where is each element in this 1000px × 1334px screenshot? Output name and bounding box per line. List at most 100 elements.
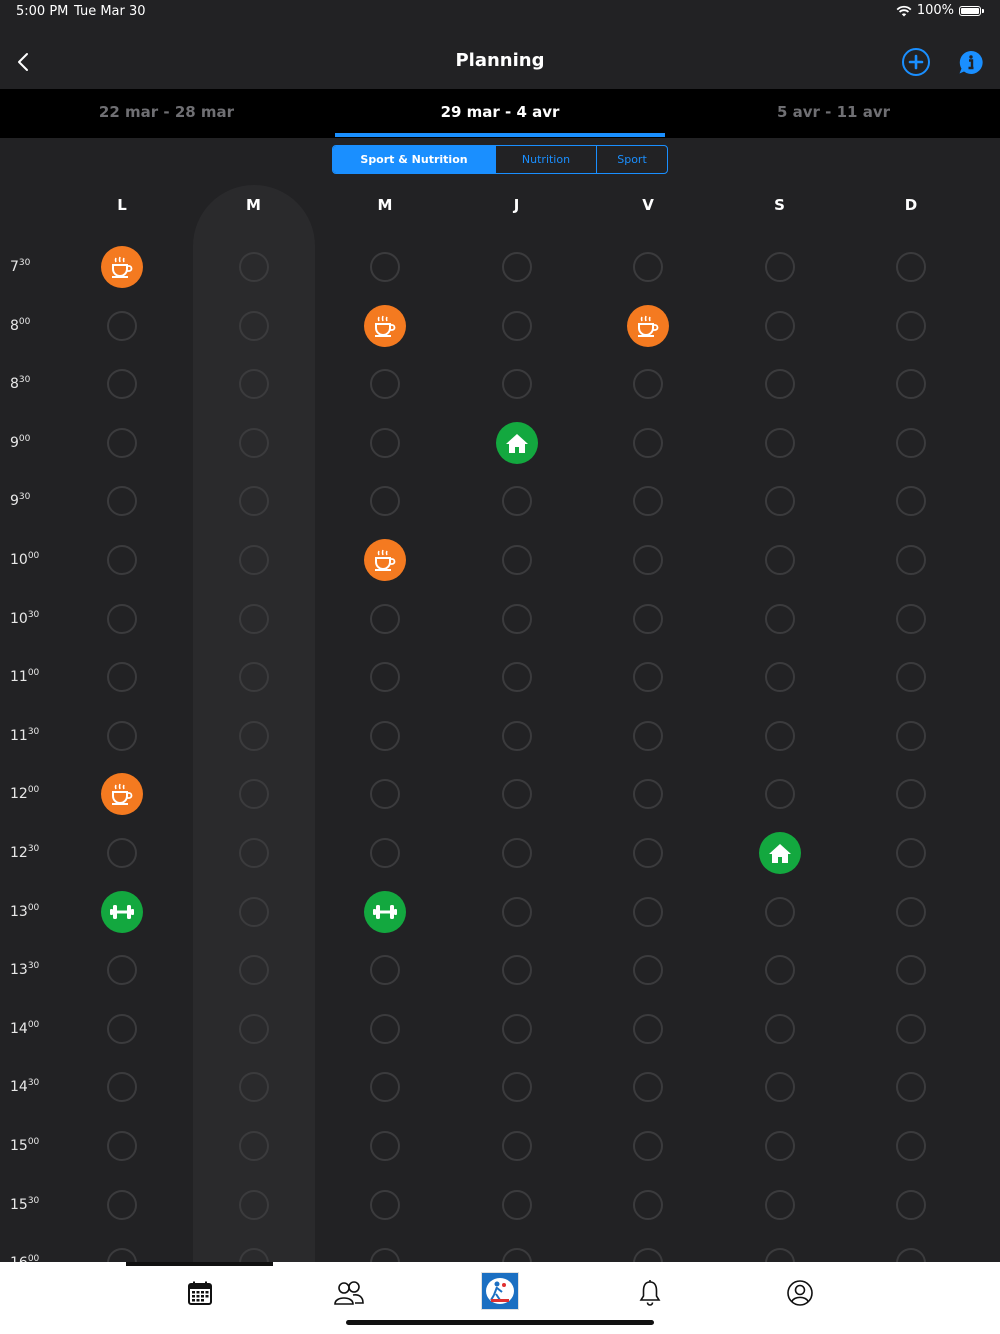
empty-slot[interactable]: [238, 310, 269, 341]
empty-slot[interactable]: [370, 720, 400, 751]
empty-slot[interactable]: [501, 1072, 532, 1103]
empty-slot[interactable]: [107, 1131, 137, 1161]
empty-slot[interactable]: [764, 369, 795, 400]
empty-slot[interactable]: [896, 252, 926, 282]
empty-slot[interactable]: [370, 1131, 400, 1161]
empty-slot[interactable]: [238, 252, 269, 282]
empty-slot[interactable]: [501, 838, 532, 868]
empty-slot[interactable]: [107, 838, 137, 868]
empty-slot[interactable]: [238, 662, 269, 693]
empty-slot[interactable]: [107, 1072, 137, 1103]
tab-calendar[interactable]: [183, 1278, 217, 1308]
filter-sport-nutrition[interactable]: Sport & Nutrition: [333, 146, 495, 173]
empty-slot[interactable]: [501, 896, 532, 927]
empty-slot[interactable]: [764, 720, 795, 751]
empty-slot[interactable]: [896, 779, 926, 810]
empty-slot[interactable]: [764, 252, 795, 282]
empty-slot[interactable]: [633, 720, 663, 751]
empty-slot[interactable]: [633, 427, 663, 458]
empty-slot[interactable]: [896, 603, 926, 634]
empty-slot[interactable]: [370, 1013, 400, 1044]
empty-slot[interactable]: [764, 1072, 795, 1103]
filter-sport[interactable]: Sport: [596, 146, 667, 173]
empty-slot[interactable]: [501, 252, 532, 282]
empty-slot[interactable]: [896, 662, 926, 693]
empty-slot[interactable]: [238, 486, 269, 517]
event-meal[interactable]: [364, 539, 406, 581]
empty-slot[interactable]: [501, 662, 532, 693]
empty-slot[interactable]: [501, 955, 532, 986]
empty-slot[interactable]: [633, 1013, 663, 1044]
empty-slot[interactable]: [238, 369, 269, 400]
empty-slot[interactable]: [896, 838, 926, 868]
empty-slot[interactable]: [633, 369, 663, 400]
event-workout[interactable]: [364, 890, 406, 933]
empty-slot[interactable]: [633, 1189, 663, 1220]
empty-slot[interactable]: [501, 720, 532, 751]
empty-slot[interactable]: [633, 545, 663, 575]
empty-slot[interactable]: [633, 603, 663, 634]
empty-slot[interactable]: [764, 1131, 795, 1161]
empty-slot[interactable]: [896, 1189, 926, 1220]
empty-slot[interactable]: [633, 486, 663, 517]
empty-slot[interactable]: [238, 838, 269, 868]
empty-slot[interactable]: [633, 838, 663, 868]
empty-slot[interactable]: [238, 545, 269, 575]
empty-slot[interactable]: [896, 896, 926, 927]
empty-slot[interactable]: [896, 427, 926, 458]
empty-slot[interactable]: [238, 896, 269, 927]
empty-slot[interactable]: [633, 662, 663, 693]
empty-slot[interactable]: [370, 838, 400, 868]
event-meal[interactable]: [101, 773, 143, 816]
empty-slot[interactable]: [107, 545, 137, 575]
empty-slot[interactable]: [238, 1131, 269, 1161]
empty-slot[interactable]: [764, 896, 795, 927]
empty-slot[interactable]: [107, 1189, 137, 1220]
filter-nutrition[interactable]: Nutrition: [495, 146, 596, 173]
empty-slot[interactable]: [896, 955, 926, 986]
empty-slot[interactable]: [370, 252, 400, 282]
empty-slot[interactable]: [107, 369, 137, 400]
empty-slot[interactable]: [896, 369, 926, 400]
event-meal[interactable]: [101, 246, 143, 288]
empty-slot[interactable]: [764, 779, 795, 810]
week-prev[interactable]: 22 mar - 28 mar: [0, 103, 333, 121]
empty-slot[interactable]: [501, 1131, 532, 1161]
empty-slot[interactable]: [633, 779, 663, 810]
empty-slot[interactable]: [238, 427, 269, 458]
tab-notifications[interactable]: [633, 1278, 667, 1308]
week-current[interactable]: 29 mar - 4 avr: [335, 103, 665, 121]
empty-slot[interactable]: [896, 310, 926, 341]
empty-slot[interactable]: [370, 662, 400, 693]
empty-slot[interactable]: [501, 603, 532, 634]
empty-slot[interactable]: [370, 369, 400, 400]
empty-slot[interactable]: [633, 896, 663, 927]
event-home[interactable]: [495, 421, 538, 464]
empty-slot[interactable]: [764, 955, 795, 986]
empty-slot[interactable]: [107, 662, 137, 693]
tab-group[interactable]: [332, 1278, 366, 1308]
empty-slot[interactable]: [238, 1189, 269, 1220]
empty-slot[interactable]: [764, 1189, 795, 1220]
empty-slot[interactable]: [501, 1013, 532, 1044]
empty-slot[interactable]: [633, 1072, 663, 1103]
empty-slot[interactable]: [501, 486, 532, 517]
empty-slot[interactable]: [764, 603, 795, 634]
empty-slot[interactable]: [764, 310, 795, 341]
empty-slot[interactable]: [896, 486, 926, 517]
empty-slot[interactable]: [370, 1072, 400, 1103]
empty-slot[interactable]: [501, 310, 532, 341]
add-button[interactable]: [902, 48, 930, 76]
empty-slot[interactable]: [633, 1131, 663, 1161]
empty-slot[interactable]: [370, 779, 400, 810]
empty-slot[interactable]: [107, 1013, 137, 1044]
empty-slot[interactable]: [764, 662, 795, 693]
empty-slot[interactable]: [633, 252, 663, 282]
empty-slot[interactable]: [238, 603, 269, 634]
empty-slot[interactable]: [107, 310, 137, 341]
empty-slot[interactable]: [501, 1189, 532, 1220]
empty-slot[interactable]: [633, 955, 663, 986]
empty-slot[interactable]: [764, 427, 795, 458]
empty-slot[interactable]: [896, 1013, 926, 1044]
empty-slot[interactable]: [896, 545, 926, 575]
